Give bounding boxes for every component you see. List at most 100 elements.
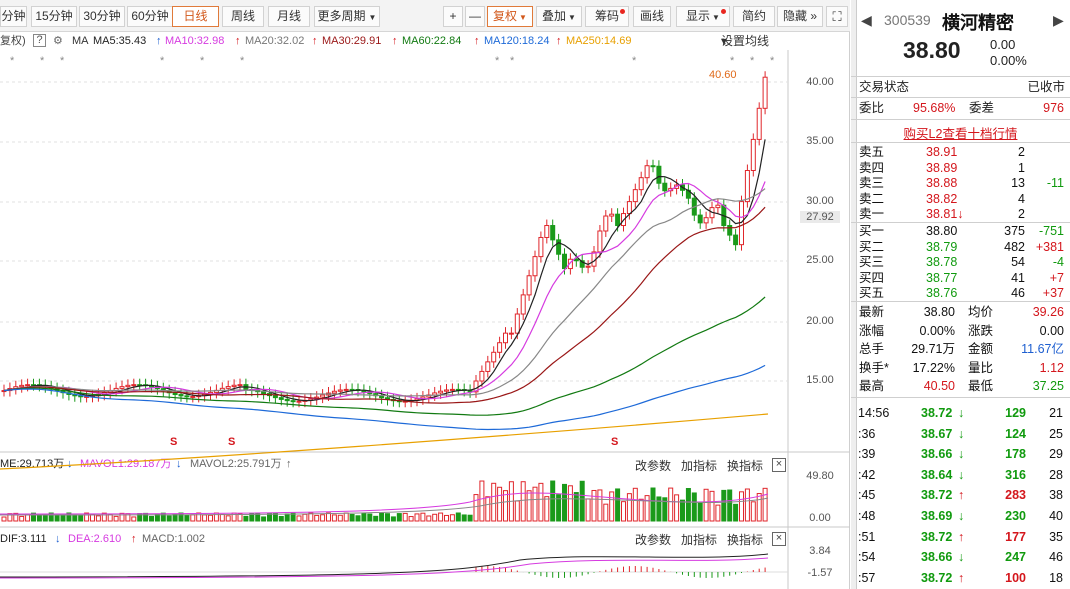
tick-volume: 230 [1005, 509, 1026, 523]
candle-body [19, 384, 25, 388]
ask-level-label: 卖一 [859, 207, 885, 222]
l2-upgrade-link[interactable]: 购买L2查看十档行情 [851, 123, 1070, 142]
ask-level-label: 卖四 [859, 160, 885, 175]
candle-body [562, 253, 567, 270]
bid-level-row[interactable]: 买二 38.79 482 +381 [851, 240, 1070, 255]
candle-body [609, 213, 615, 217]
divider [851, 119, 1070, 120]
period-monthly-button[interactable]: 月线 [268, 6, 310, 27]
bid-level-row[interactable]: 买五 38.76 46 +37 [851, 286, 1070, 301]
prev-stock-icon[interactable]: ◀ [861, 12, 872, 29]
chips-button[interactable]: 筹码 [585, 6, 629, 27]
bid-level-row[interactable]: 买一 38.80 375 -751 [851, 224, 1070, 239]
ma-line [3, 188, 766, 397]
zoom-in-button[interactable]: + [443, 6, 463, 27]
period-60min-button[interactable]: 60分钟 [127, 6, 173, 27]
candle-body [337, 389, 343, 392]
tick-volume: 283 [1005, 488, 1026, 503]
ask-level-row[interactable]: 卖二 38.82 4 [851, 192, 1070, 207]
overlay-dropdown[interactable]: 叠加 ▼ [536, 6, 582, 27]
volume-bar [1, 516, 7, 522]
volume-bar [585, 498, 591, 522]
ask-level-row[interactable]: 卖五 38.91 2 [851, 145, 1070, 160]
ask-level-row[interactable]: 卖三 38.88 13 -11 [851, 176, 1070, 191]
candle-body [662, 182, 668, 192]
display-dropdown[interactable]: 显示 ▼ [676, 6, 730, 27]
tick-row[interactable]: :57 38.72 ↑ 100 18 [851, 571, 1070, 586]
candle-body [491, 351, 497, 363]
star-marker-icon: * [770, 55, 775, 67]
volume-bar [420, 512, 426, 522]
star-marker-icon: * [632, 55, 637, 67]
tick-count: 46 [1049, 550, 1063, 565]
period-15min-button[interactable]: 15分钟 [31, 6, 77, 27]
tick-row[interactable]: :45 38.72 ↑ 283 38 [851, 488, 1070, 503]
candle-body [703, 217, 709, 224]
candle-body [444, 389, 449, 392]
ask-level-row[interactable]: 卖四 38.89 1 [851, 161, 1070, 176]
star-marker-icon: * [200, 55, 205, 67]
chart-canvas[interactable]: * * * * * * * * * * * * [0, 32, 850, 589]
volume-bar [326, 512, 331, 522]
candle-body [172, 392, 178, 396]
tick-count: 25 [1049, 426, 1063, 441]
period-daily-button[interactable]: 日线 [172, 6, 219, 27]
tick-price: 38.67 [921, 426, 953, 441]
volume-bar [331, 514, 337, 522]
tick-row[interactable]: :51 38.72 ↑ 177 35 [851, 530, 1070, 545]
candle-body [615, 213, 621, 227]
fuquan-dropdown[interactable]: 复权 ▼ [487, 6, 533, 27]
volume-bar [644, 495, 650, 522]
stat-label: 换手* [859, 360, 889, 375]
trade-status-label: 交易状态 [859, 80, 910, 94]
volume-bar [626, 493, 632, 522]
period-30min-button[interactable]: 30分钟 [79, 6, 125, 27]
candle-body [750, 138, 756, 172]
volume-bar [385, 513, 390, 522]
period-1min-button[interactable]: 分钟 [0, 6, 27, 27]
candle-body [644, 165, 650, 179]
period-weekly-button[interactable]: 周线 [222, 6, 264, 27]
tick-row[interactable]: :48 38.69 ↓ 230 40 [851, 509, 1070, 524]
volume-bar [567, 485, 573, 522]
down-arrow-icon: ↓ [958, 406, 965, 420]
tick-row[interactable]: :42 38.64 ↓ 316 28 [851, 468, 1070, 483]
volume-bar [373, 515, 379, 522]
volume-bar [361, 512, 367, 522]
ask-level-volume: 2 [1018, 145, 1025, 159]
volume-bar [650, 487, 656, 522]
volume-bar [379, 512, 385, 522]
volume-bar [414, 513, 420, 522]
star-marker-icon: * [10, 55, 15, 67]
ask-level-row[interactable]: 卖一 38.81↓ 2 [851, 207, 1070, 222]
bid-level-label: 买四 [859, 270, 885, 285]
hide-label: 隐藏 [782, 9, 807, 23]
weibi-value: 95.68% [913, 101, 956, 115]
tick-row[interactable]: :39 38.66 ↓ 178 29 [851, 447, 1070, 462]
candle-body [25, 384, 31, 387]
zoom-out-button[interactable]: — [465, 6, 485, 27]
volume-bar [473, 494, 479, 522]
tick-row[interactable]: 14:56 38.72 ↓ 129 21 [851, 406, 1070, 421]
hide-button[interactable]: 隐藏 » [777, 6, 823, 27]
candle-body [550, 225, 556, 241]
simple-mode-button[interactable]: 简约 [733, 6, 775, 27]
tick-price: 38.66 [921, 447, 953, 462]
up-arrow-icon: ↑ [958, 529, 965, 544]
volume-bar [219, 513, 225, 522]
fullscreen-icon[interactable]: ⛶ [826, 6, 848, 27]
tick-count: 38 [1049, 488, 1063, 503]
candle-body [119, 386, 125, 389]
more-periods-dropdown[interactable]: 更多周期 ▼ [314, 6, 380, 27]
bid-level-row[interactable]: 买四 38.77 41 +7 [851, 271, 1070, 286]
volume-bar [532, 486, 538, 522]
stat-label: 总手 [859, 342, 885, 356]
tick-row[interactable]: :54 38.66 ↓ 247 46 [851, 550, 1070, 565]
tick-row[interactable]: :36 38.67 ↓ 124 25 [851, 427, 1070, 442]
bid-level-row[interactable]: 买三 38.78 54 -4 [851, 255, 1070, 270]
tick-price: 38.72 [921, 529, 953, 544]
volume-bar [756, 493, 762, 522]
volume-bar [491, 482, 497, 522]
draw-line-button[interactable]: 画线 [633, 6, 671, 27]
next-stock-icon[interactable]: ▶ [1053, 12, 1064, 29]
